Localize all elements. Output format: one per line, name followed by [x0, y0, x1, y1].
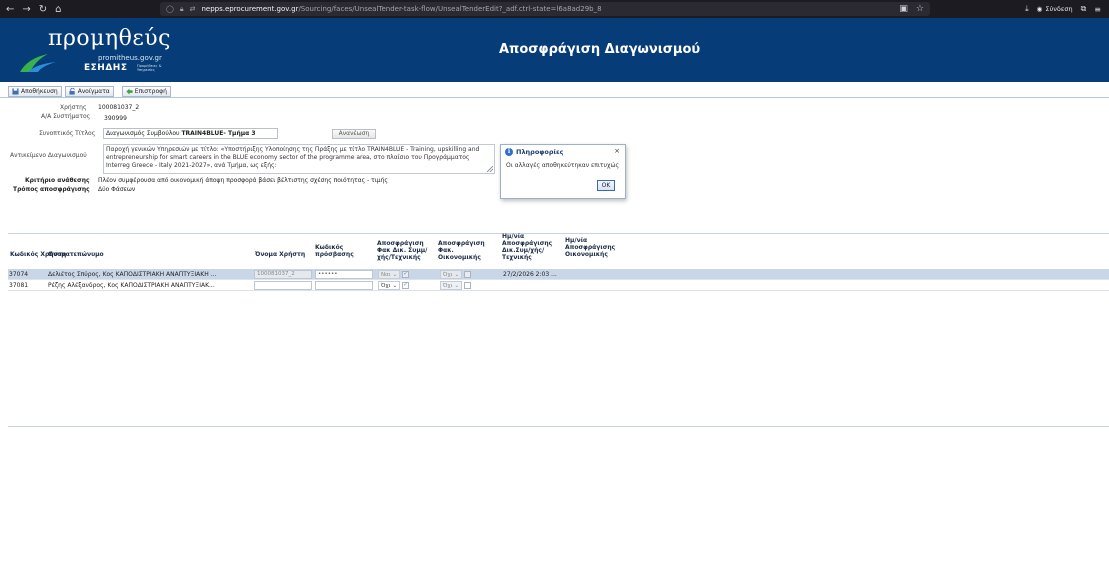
chevron-down-icon: ⌄: [392, 271, 398, 278]
econ-select-value: Όχι: [443, 282, 453, 289]
open-button[interactable]: Ανοίγματα: [64, 85, 114, 97]
tech-select-value: Ναι: [381, 271, 391, 278]
row-code: 37074: [9, 271, 29, 278]
users-table: Κωδικός Χρήστη Ονοματεπώνυμο Όνομα Χρήστ…: [8, 233, 1109, 427]
close-icon[interactable]: ×: [614, 147, 620, 155]
col-username[interactable]: Όνομα Χρήστη: [255, 251, 305, 258]
username-field[interactable]: [254, 281, 312, 290]
subject-label: Αντικείμενο Διαγωνισμού: [10, 152, 87, 159]
dialog-header: i Πληροφορίες: [501, 145, 625, 158]
col-econ-date[interactable]: Ημ/νία Αποσφράγισης Οικονομικής: [565, 237, 617, 258]
criterion-value: Πλέον συμφέρουσα από οικονομική άποψη πρ…: [98, 177, 388, 184]
subject-value: Παροχή γενικών Υπηρεσιών με τίτλο: «Υποσ…: [106, 146, 480, 169]
econ-unseal-checkbox[interactable]: [464, 271, 472, 278]
floppy-disk-icon: [12, 87, 19, 95]
table-row[interactable]: 37081 Ρέζης Αλέξανδρος, Κος ΚΑΠΟΔΙΣΤΡΙΑΚ…: [8, 280, 1109, 291]
shield-icon: ◯: [166, 5, 174, 13]
lock-icon: 🔒︎: [179, 4, 184, 13]
row-code: 37081: [9, 282, 29, 289]
row-name: Ρέζης Αλέξανδρος, Κος ΚΑΠΟΔΙΣΤΡΙΑΚΗ ΑΝΑΠ…: [48, 282, 215, 289]
col-password[interactable]: Κωδικός πρόσβασης: [315, 244, 355, 258]
back-arrow-icon[interactable]: ←: [6, 4, 14, 15]
action-toolbar: Αποθήκευση Ανοίγματα Επιστροφή: [0, 85, 1109, 98]
save-label: Αποθήκευση: [21, 87, 58, 95]
browser-nav: ← → ↻ ⌂: [0, 4, 160, 15]
chevron-down-icon: ⌄: [454, 271, 460, 278]
user-label: Χρήστης: [60, 104, 87, 111]
table-header: Κωδικός Χρήστη Ονοματεπώνυμο Όνομα Χρήστ…: [8, 233, 1109, 269]
info-dialog: i Πληροφορίες × Οι αλλαγές αποθηκεύτηκαν…: [500, 144, 626, 199]
user-value: 100081037_2: [98, 104, 140, 111]
menu-icon[interactable]: ≡: [1094, 5, 1101, 14]
download-icon[interactable]: ⤓: [1025, 4, 1029, 14]
chevron-down-icon: ⌄: [454, 282, 460, 289]
back-label: Επιστροφή: [134, 87, 167, 95]
row-name: Δελιέτος Σπύρος, Κος ΚΑΠΟΔΙΣΤΡΙΑΚΗ ΑΝΑΠΤ…: [48, 271, 217, 278]
subject-textarea[interactable]: Παροχή γενικών Υπηρεσιών με τίτλο: «Υποσ…: [103, 144, 495, 174]
tech-unseal-checkbox[interactable]: [402, 270, 410, 278]
back-arrow-green-icon: [126, 87, 133, 95]
dialog-message: Οι αλλαγές αποθηκεύτηκαν επιτυχώς: [506, 162, 620, 169]
username-field[interactable]: 100081037_2: [254, 270, 312, 279]
tech-select-value: Όχι: [381, 282, 391, 289]
dialog-title: Πληροφορίες: [516, 147, 564, 156]
col-tech-date[interactable]: Ημ/νία Αποσφράγισης Δικ.Συμ/χής/ Τεχνική…: [502, 233, 554, 261]
url-host: nepps.eprocurement.gov.gr: [201, 5, 299, 13]
logo-domain: promitheus.gov.gr: [98, 54, 162, 62]
title-label: Συνοπτικός Τίτλος: [39, 130, 96, 137]
unlock-icon: [69, 87, 75, 95]
tech-unseal-select[interactable]: Όχι ⌄: [378, 281, 410, 290]
logo-brand: προμηθεύς: [48, 26, 171, 51]
col-econ-unseal[interactable]: Αποσφράγιση Φακ. Οικονομικής: [438, 240, 488, 261]
title-prefix: Διαγωνισμός Συμβούλου: [106, 130, 180, 137]
login-button[interactable]: ◉ Σύνδεση: [1037, 5, 1073, 13]
permissions-icon: ⇄: [189, 5, 196, 13]
account-icon: ◉: [1036, 5, 1043, 13]
home-icon[interactable]: ⌂: [55, 4, 61, 15]
tech-unseal-select[interactable]: Ναι ⌄: [378, 270, 410, 279]
econ-select-value: Όχι: [443, 271, 453, 278]
econ-unseal-select[interactable]: Όχι ⌄: [440, 281, 472, 290]
page-title: Αποσφράγιση Διαγωνισμού: [499, 42, 701, 57]
row-tech-date: 27/2/2026 2:03 ...: [503, 271, 557, 278]
chevron-down-icon: ⌄: [392, 282, 398, 289]
tech-unseal-checkbox[interactable]: [402, 281, 410, 289]
app-header: προμηθεύς promitheus.gov.gr ΕΣΗΔΗΣ Προμή…: [0, 18, 1109, 82]
title-field[interactable]: Διαγωνισμός Συμβούλου TRAIN4BLUE- Τμήμα …: [103, 128, 278, 139]
reader-view-icon[interactable]: ▣: [899, 4, 908, 14]
opening-label: Τρόπος αποσφράγισης: [13, 186, 90, 193]
table-row[interactable]: 37074 Δελιέτος Σπύρος, Κος ΚΑΠΟΔΙΣΤΡΙΑΚΗ…: [8, 269, 1109, 280]
resize-grip-icon[interactable]: [487, 166, 493, 172]
sysno-label: Α/Α Συστήματος: [41, 113, 91, 120]
logo-esidis-sub: Προμήθειες & Υπηρεσίες: [137, 64, 162, 72]
econ-unseal-checkbox[interactable]: [464, 282, 472, 289]
browser-toolbar: ← → ↻ ⌂ ◯ 🔒︎ ⇄ nepps.eprocurement.gov.gr…: [0, 0, 1109, 18]
logo-esidis: ΕΣΗΔΗΣ: [84, 63, 128, 73]
password-field[interactable]: [315, 281, 373, 290]
save-button[interactable]: Αποθήκευση: [8, 85, 62, 97]
econ-unseal-select[interactable]: Όχι ⌄: [440, 270, 472, 279]
col-full-name[interactable]: Ονοματεπώνυμο: [48, 251, 104, 258]
col-tech-unseal[interactable]: Αποσφράγιση Φακ Δικ. Συμμ/ χής/Τεχνικής: [377, 240, 435, 261]
url-bar[interactable]: ◯ 🔒︎ ⇄ nepps.eprocurement.gov.gr/Sourcin…: [160, 2, 930, 16]
title-bold: TRAIN4BLUE- Τμήμα 3: [181, 130, 256, 137]
bookmark-star-icon[interactable]: ☆: [916, 4, 924, 14]
open-label: Ανοίγματα: [77, 87, 110, 95]
reload-icon[interactable]: ↻: [39, 4, 47, 15]
refresh-button[interactable]: Ανανέωση: [332, 129, 376, 139]
opening-value: Δύο Φάσεων: [98, 186, 136, 193]
promitheus-logo[interactable]: προμηθεύς promitheus.gov.gr ΕΣΗΔΗΣ Προμή…: [0, 18, 190, 82]
ok-button[interactable]: OK: [597, 180, 615, 191]
login-label: Σύνδεση: [1045, 5, 1073, 13]
url-path: /Sourcing/faces/UnsealTender-task-flow/U…: [298, 5, 602, 13]
extensions-icon[interactable]: ⧉: [1081, 4, 1087, 14]
info-icon: i: [505, 147, 513, 156]
back-button[interactable]: Επιστροφή: [121, 85, 171, 97]
forward-arrow-icon[interactable]: →: [22, 4, 30, 15]
sysno-value: 390999: [104, 115, 127, 122]
password-field[interactable]: ••••••: [315, 270, 373, 279]
logo-swoosh-icon: [20, 54, 56, 72]
criterion-label: Κριτήριο ανάθεσης: [25, 177, 90, 184]
